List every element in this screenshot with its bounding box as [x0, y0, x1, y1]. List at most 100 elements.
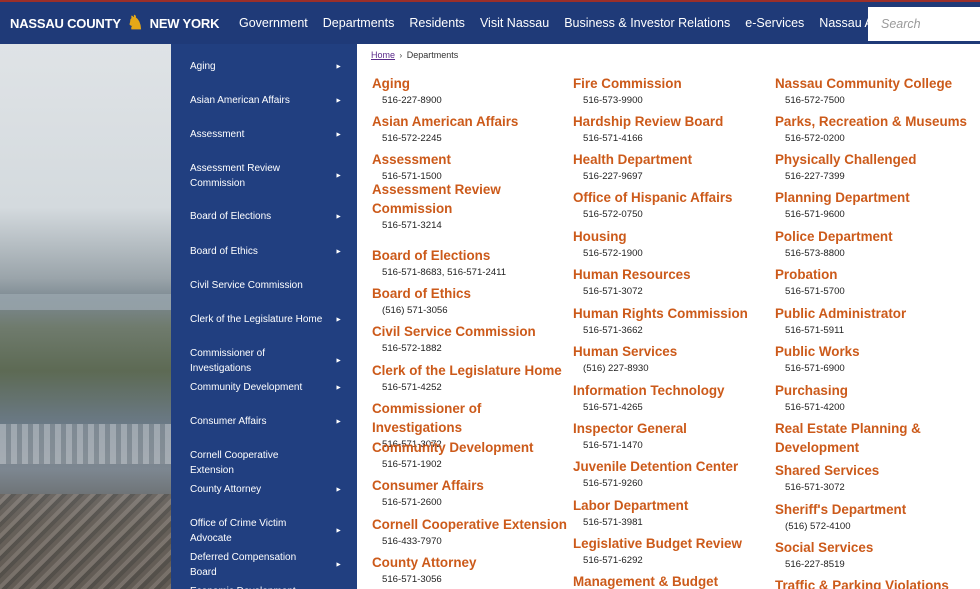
county-logo[interactable]: NASSAU COUNTY ♞ NEW YORK	[0, 14, 228, 33]
department-link[interactable]: Housing	[573, 227, 773, 246]
department-link[interactable]: Real Estate Planning & Development	[775, 419, 975, 457]
department-phone: 516-571-3072	[583, 286, 643, 297]
department-phone: 516-571-6292	[583, 555, 643, 566]
department-link[interactable]: Assessment Review Commission	[372, 180, 572, 218]
department-link[interactable]: Sheriff's Department	[775, 500, 975, 519]
submenu-arrow-icon: ►	[335, 561, 342, 569]
department-link[interactable]: Information Technology	[573, 381, 773, 400]
department-link[interactable]: Assessment	[372, 150, 572, 169]
department-entry: Board of Ethics (516) 571-3056	[372, 284, 572, 318]
department-link[interactable]: Consumer Affairs	[372, 476, 572, 495]
submenu-arrow-icon: ►	[335, 63, 342, 70]
department-link[interactable]: Public Administrator	[775, 304, 975, 323]
sidebar-item-label: Civil Service Commission	[190, 280, 303, 291]
department-link[interactable]: Board of Elections	[372, 246, 572, 265]
department-phone: 516-571-8683, 516-571-2411	[382, 267, 507, 278]
department-entry: Juvenile Detention Center 516-571-9260	[573, 457, 773, 491]
sidebar-item[interactable]: Community Development ►	[190, 380, 350, 395]
sidebar-item[interactable]: Board of Elections ►	[190, 209, 350, 224]
sidebar-item[interactable]: Civil Service Commission	[190, 278, 350, 293]
sidebar-item[interactable]: Asian American Affairs ►	[190, 93, 350, 108]
sidebar-item-label: Deferred Compensation Board	[190, 552, 297, 578]
nav-link-3[interactable]: Visit Nassau	[480, 16, 549, 30]
search-input[interactable]	[868, 7, 980, 41]
department-link[interactable]: Civil Service Commission	[372, 322, 572, 341]
submenu-arrow-icon: ►	[335, 584, 342, 589]
department-link[interactable]: Office of Hispanic Affairs	[573, 188, 773, 207]
sidebar-item-label: Clerk of the Legislature Home	[190, 314, 323, 325]
department-entry: Human Rights Commission 516-571-3662	[573, 304, 773, 338]
sidebar-item[interactable]: Clerk of the Legislature Home ►	[190, 312, 350, 327]
department-link[interactable]: Juvenile Detention Center	[573, 457, 773, 476]
department-phone: 516-227-9697	[583, 171, 643, 182]
department-phone: (516) 572-4100	[785, 521, 851, 532]
department-link[interactable]: Shared Services	[775, 461, 975, 480]
department-entry: Management & Budget	[573, 572, 773, 589]
department-entry: Cornell Cooperative Extension 516-433-797…	[372, 515, 572, 549]
nav-link-1[interactable]: Departments	[323, 16, 395, 30]
department-phone: 516-572-0750	[583, 209, 643, 220]
sidebar-item[interactable]: Aging ►	[190, 59, 350, 74]
sidebar-item[interactable]: Assessment ►	[190, 127, 350, 142]
sidebar-item-label: Consumer Affairs	[190, 416, 267, 427]
department-link[interactable]: Aging	[372, 74, 572, 93]
department-link[interactable]: Board of Ethics	[372, 284, 572, 303]
department-link[interactable]: Human Rights Commission	[573, 304, 773, 323]
department-link[interactable]: Health Department	[573, 150, 773, 169]
department-link[interactable]: Parks, Recreation & Museums	[775, 112, 975, 131]
submenu-arrow-icon: ►	[335, 213, 342, 220]
sidebar-item[interactable]: Commissioner of Investigations ►	[190, 346, 350, 376]
sidebar-item[interactable]: Consumer Affairs ►	[190, 414, 350, 429]
sidebar-item[interactable]: Economic Development ►	[190, 584, 350, 589]
departments-sidebar-menu: Aging ► Asian American Affairs ► Assessment ►…	[171, 44, 357, 589]
sidebar-item[interactable]: Cornell Cooperative Extension	[190, 448, 350, 478]
nav-link-2[interactable]: Residents	[409, 16, 465, 30]
department-entry: Information Technology 516-571-4265	[573, 381, 773, 415]
sidebar-item[interactable]: Board of Ethics ►	[190, 244, 350, 259]
department-entry: Nassau Community College 516-572-7500	[775, 74, 975, 108]
department-entry: Physically Challenged 516-227-7399	[775, 150, 975, 184]
department-link[interactable]: Traffic & Parking Violations	[775, 576, 975, 589]
department-link[interactable]: Police Department	[775, 227, 975, 246]
department-link[interactable]: Labor Department	[573, 496, 773, 515]
department-phone: 516-571-5700	[785, 286, 845, 297]
nav-link-0[interactable]: Government	[239, 16, 308, 30]
department-phone: 516-433-7970	[382, 536, 442, 547]
department-link[interactable]: Social Services	[775, 538, 975, 557]
department-link[interactable]: Public Works	[775, 342, 975, 361]
department-link[interactable]: Legislative Budget Review	[573, 534, 773, 553]
nav-link-5[interactable]: e-Services	[745, 16, 804, 30]
department-link[interactable]: Fire Commission	[573, 74, 773, 93]
department-link[interactable]: Planning Department	[775, 188, 975, 207]
sidebar-item[interactable]: Deferred Compensation Board ►	[190, 550, 350, 580]
sidebar-item-label: Assessment	[190, 129, 245, 140]
department-link[interactable]: Asian American Affairs	[372, 112, 572, 131]
department-link[interactable]: Management & Budget	[573, 572, 773, 589]
department-link[interactable]: Cornell Cooperative Extension	[372, 515, 572, 534]
sidebar-item-label: Cornell Cooperative Extension	[190, 450, 279, 476]
breadcrumb-current: Departments	[406, 50, 459, 60]
department-link[interactable]: Inspector General	[573, 419, 773, 438]
department-link[interactable]: Commissioner of Investigations	[372, 399, 572, 437]
sidebar-item[interactable]: County Attorney ►	[190, 482, 350, 497]
department-phone: 516-571-3214	[382, 220, 442, 231]
submenu-arrow-icon: ►	[335, 527, 342, 535]
sidebar-item[interactable]: Office of Crime Victim Advocate ►	[190, 516, 350, 546]
department-link[interactable]: County Attorney	[372, 553, 572, 572]
department-link[interactable]: Purchasing	[775, 381, 975, 400]
department-link[interactable]: Human Resources	[573, 265, 773, 284]
department-link[interactable]: Clerk of the Legislature Home	[372, 361, 572, 380]
sidebar-item[interactable]: Assessment Review Commission ►	[190, 161, 350, 191]
breadcrumb-home-link[interactable]: Home	[371, 50, 395, 60]
department-link[interactable]: Probation	[775, 265, 975, 284]
nav-link-4[interactable]: Business & Investor Relations	[564, 16, 730, 30]
submenu-arrow-icon: ►	[335, 384, 342, 391]
submenu-arrow-icon: ►	[335, 316, 342, 323]
department-link[interactable]: Human Services	[573, 342, 773, 361]
sidebar-item-label: Board of Ethics	[190, 246, 258, 257]
department-link[interactable]: Hardship Review Board	[573, 112, 773, 131]
department-link[interactable]: Physically Challenged	[775, 150, 975, 169]
department-entry: Assessment Review Commission 516-571-3214	[372, 180, 572, 233]
department-link[interactable]: Nassau Community College	[775, 74, 975, 93]
department-link[interactable]: Community Development	[372, 438, 572, 457]
